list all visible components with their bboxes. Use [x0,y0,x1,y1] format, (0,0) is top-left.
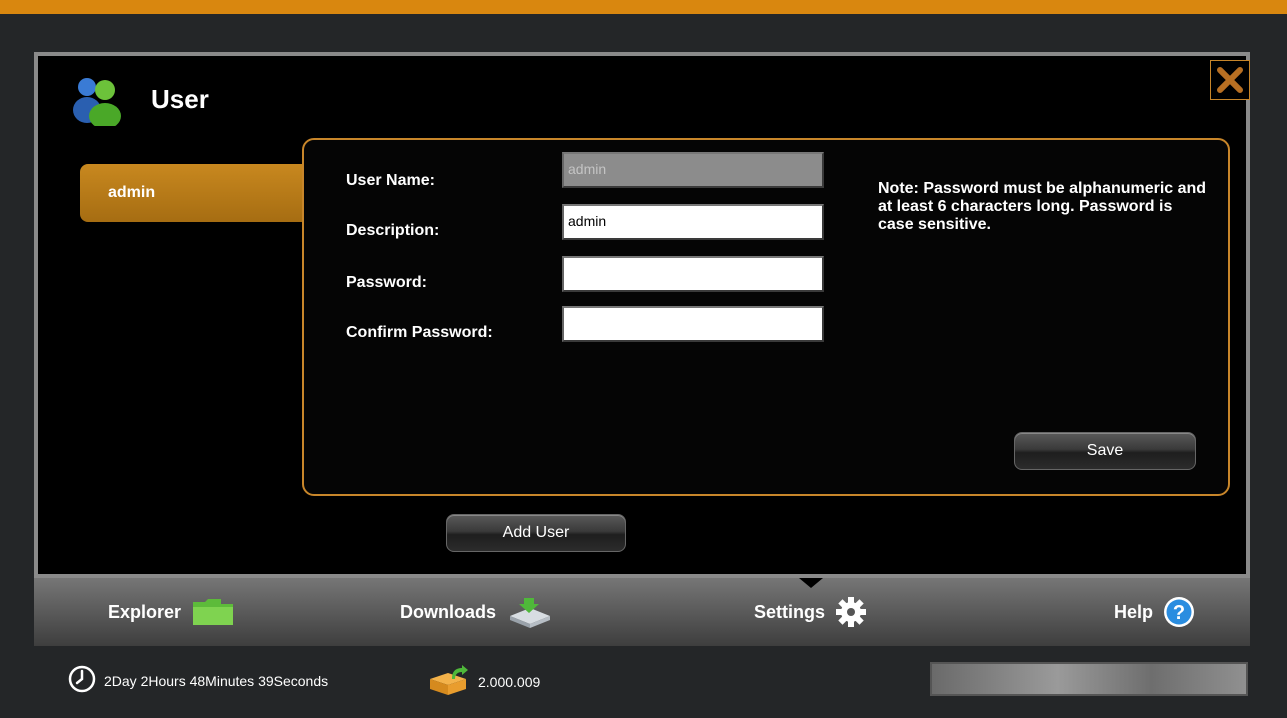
active-nav-pointer [799,578,823,588]
nav-downloads[interactable]: Downloads [400,578,552,646]
users-icon [70,74,128,129]
nav-help-label: Help [1114,601,1154,622]
add-user-button[interactable]: Add User [446,514,626,552]
user-edit-panel: User Name: admin Description: admin Pass… [302,138,1230,496]
dialog-title: User [151,84,209,114]
nav-explorer[interactable]: Explorer [108,578,235,646]
gear-icon [835,596,867,628]
password-field[interactable] [562,256,824,292]
user-list-item-admin[interactable]: admin [80,164,308,222]
nav-downloads-label: Downloads [400,601,497,622]
user-dialog: User admin User Name: admin Description:… [34,52,1250,578]
version-status: 2.000.009 [426,665,540,698]
close-icon [1217,67,1243,93]
package-update-icon [426,665,470,698]
progress-fill [932,664,1246,694]
downloads-icon [506,596,552,628]
username-label: User Name: [346,172,435,189]
confirm-password-field[interactable] [562,306,824,342]
uptime-text: 2Day 2Hours 48Minutes 39Seconds [104,672,329,689]
nav-help[interactable]: Help ? [1114,578,1195,646]
version-text: 2.000.009 [478,673,541,690]
uptime-status: 2Day 2Hours 48Minutes 39Seconds [68,665,328,696]
description-field[interactable]: admin [562,204,824,240]
bottom-nav: Explorer Downloads Settings Help ? [34,578,1250,646]
nav-settings[interactable]: Settings [754,578,867,646]
password-label: Password: [346,274,427,291]
confirm-password-label: Confirm Password: [346,324,493,341]
top-accent-bar [0,0,1287,14]
username-field[interactable]: admin [562,152,824,188]
svg-text:?: ? [1173,602,1185,624]
close-button[interactable] [1210,60,1250,100]
save-button[interactable]: Save [1014,432,1196,470]
folder-icon [191,598,235,626]
nav-explorer-label: Explorer [108,601,182,622]
description-label: Description: [346,222,440,239]
help-icon: ? [1163,596,1195,628]
clock-icon [68,665,96,696]
nav-settings-label: Settings [754,601,826,622]
progress-bar [930,662,1248,696]
password-note: Note: Password must be alphanumeric and … [878,180,1207,233]
